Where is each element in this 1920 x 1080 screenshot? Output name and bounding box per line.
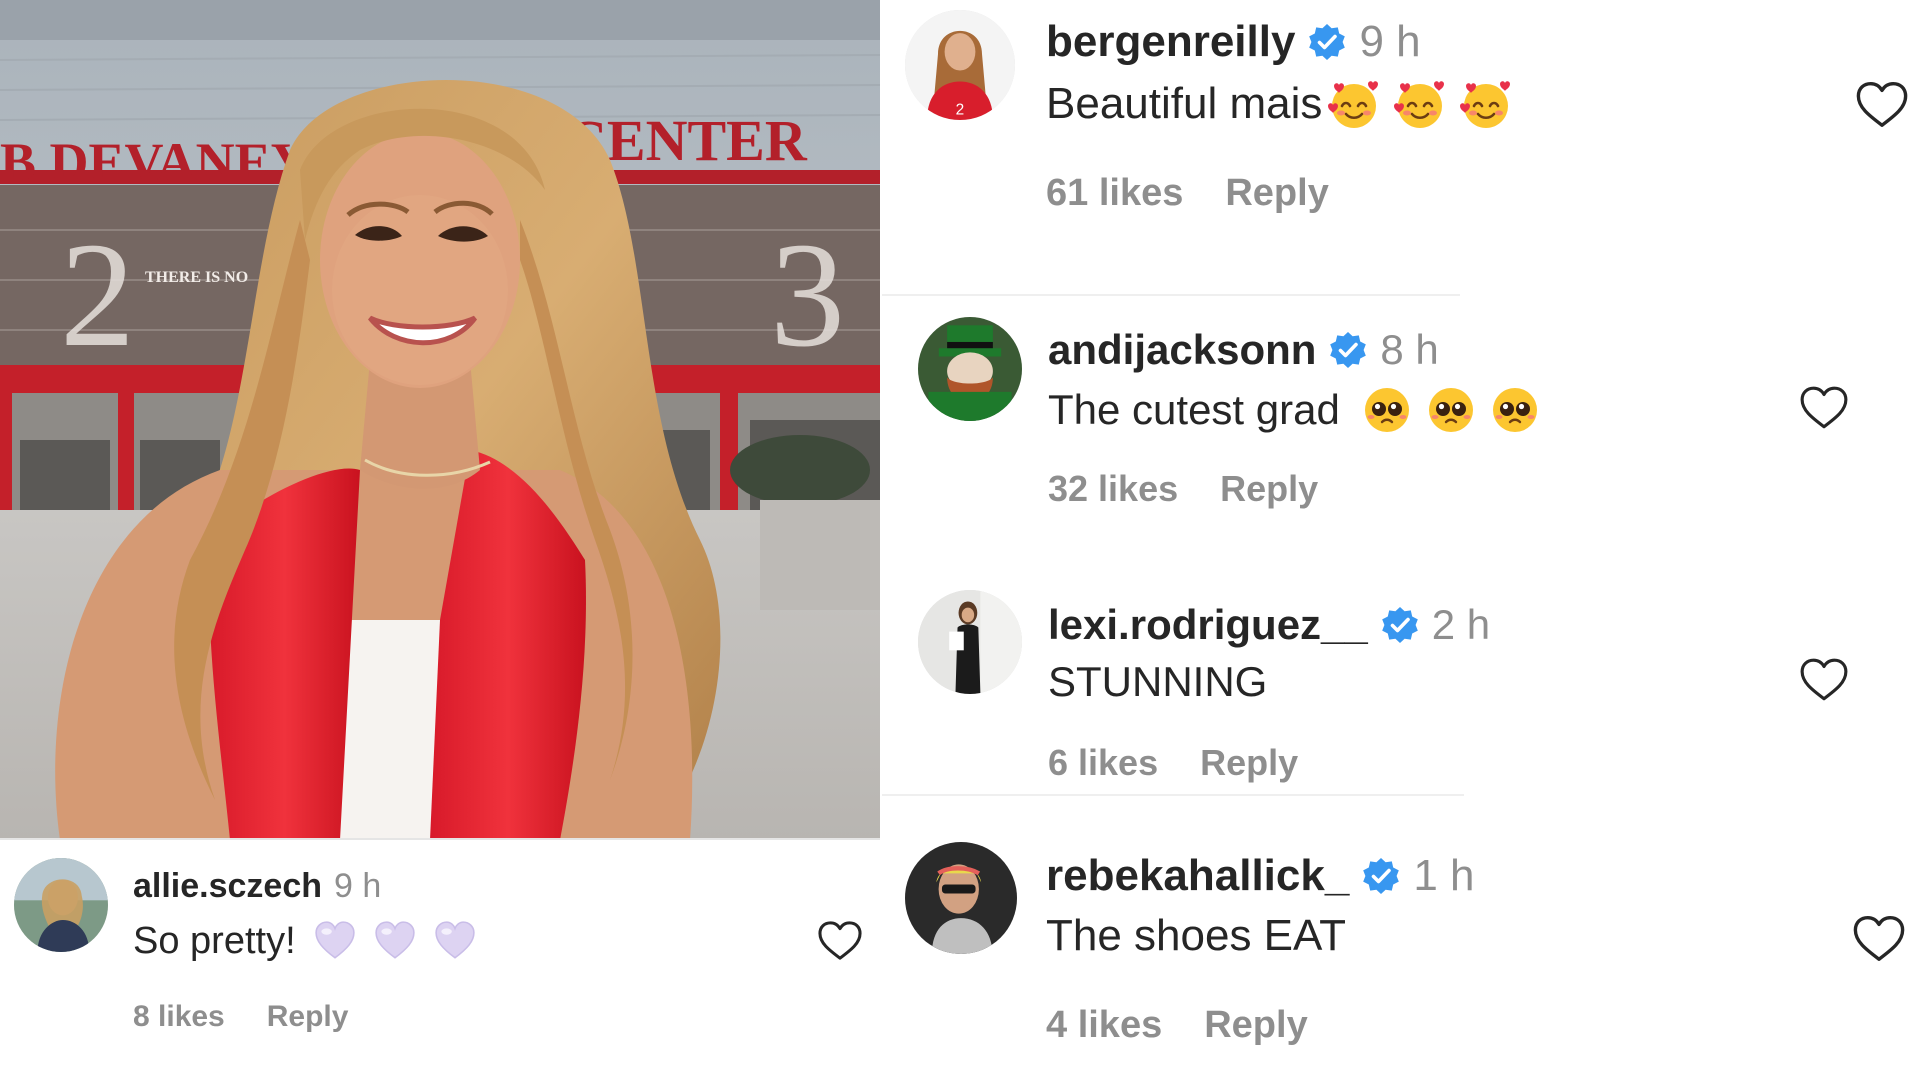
verified-badge-icon — [1361, 856, 1401, 896]
arena-sign-left: B DEVANEY — [0, 132, 310, 192]
timestamp: 9 h — [334, 866, 382, 905]
smiling-face-with-hearts-icon — [1326, 76, 1382, 132]
avatar[interactable] — [918, 590, 1022, 694]
reply-button[interactable]: Reply — [1200, 742, 1298, 784]
timestamp: 2 h — [1431, 601, 1491, 648]
comment-text: The shoes EAT — [1046, 911, 1346, 960]
smiling-face-with-hearts-icon — [1458, 76, 1514, 132]
reply-button[interactable]: Reply — [1204, 1004, 1307, 1047]
smiling-face-with-hearts-icon — [1392, 76, 1448, 132]
like-count[interactable]: 32 likes — [1048, 468, 1178, 510]
username[interactable]: rebekahallick_ — [1046, 851, 1349, 901]
comment-text: The cutest grad — [1048, 386, 1340, 433]
avatar[interactable] — [905, 842, 1017, 954]
light-purple-heart-icon — [434, 920, 476, 962]
timestamp: 8 h — [1380, 326, 1439, 373]
svg-text:2: 2 — [956, 102, 965, 119]
comment-text: Beautiful mais — [1046, 79, 1323, 128]
comment-text: STUNNING — [1048, 658, 1268, 705]
like-count[interactable]: 61 likes — [1046, 172, 1183, 215]
post-photo: B DEVANEY CENTER 2 3 THERE IS NO — [0, 0, 880, 840]
like-count[interactable]: 8 likes — [133, 1000, 225, 1034]
like-heart-icon[interactable] — [1799, 657, 1849, 703]
avatar[interactable]: 2 — [905, 10, 1015, 120]
comments-screenshot: B DEVANEY CENTER 2 3 THERE IS NO allie.s… — [0, 0, 1920, 1080]
pleading-face-icon — [1490, 385, 1540, 435]
avatar[interactable] — [14, 858, 108, 952]
like-heart-icon[interactable] — [1855, 80, 1909, 130]
username[interactable]: lexi.rodriguez__ — [1048, 601, 1368, 649]
like-heart-icon[interactable] — [1852, 914, 1906, 964]
banner-digit-left: 2 — [60, 212, 135, 378]
timestamp: 9 h — [1359, 17, 1421, 66]
username[interactable]: andijacksonn — [1048, 326, 1316, 374]
light-purple-heart-icon — [374, 920, 416, 962]
like-count[interactable]: 4 likes — [1046, 1004, 1162, 1047]
pleading-face-icon — [1426, 385, 1476, 435]
like-count[interactable]: 6 likes — [1048, 742, 1158, 784]
verified-badge-icon — [1328, 330, 1368, 370]
light-purple-heart-icon — [314, 920, 356, 962]
reply-button[interactable]: Reply — [267, 1000, 349, 1034]
timestamp: 1 h — [1413, 851, 1475, 900]
username[interactable]: bergenreilly — [1046, 17, 1295, 67]
like-heart-icon[interactable] — [1799, 385, 1849, 431]
username[interactable]: allie.sczech — [133, 867, 322, 906]
banner-text: THERE IS NO — [145, 269, 248, 286]
reply-button[interactable]: Reply — [1220, 468, 1318, 510]
reply-button[interactable]: Reply — [1225, 172, 1328, 215]
comment-divider — [882, 794, 1464, 796]
comment-text: So pretty! — [133, 919, 296, 962]
pleading-face-icon — [1362, 385, 1412, 435]
verified-badge-icon — [1380, 605, 1420, 645]
like-heart-icon[interactable] — [817, 920, 863, 962]
verified-badge-icon — [1307, 22, 1347, 62]
comment-divider — [882, 294, 1460, 296]
avatar[interactable] — [918, 317, 1022, 421]
banner-digit-right: 3 — [770, 212, 845, 378]
